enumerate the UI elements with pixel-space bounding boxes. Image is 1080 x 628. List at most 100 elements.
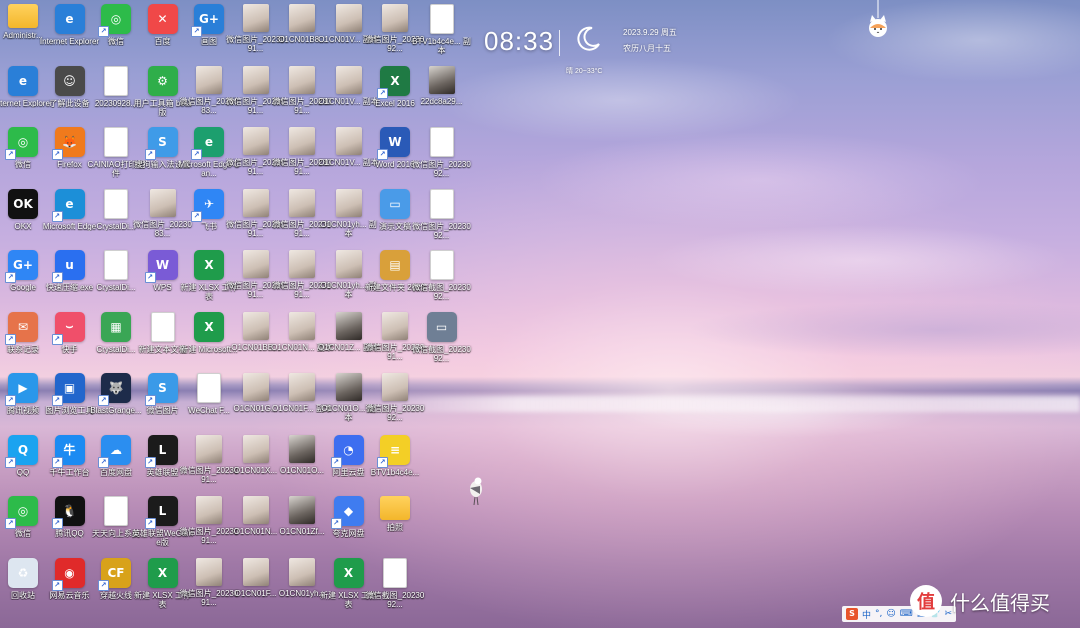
app-icon: W ↗ [377, 127, 410, 160]
desktop-icon[interactable]: BTV1b4c4e... 副本 [411, 4, 473, 64]
desktop-icon-label: BTV1b4c4e... 副本 [412, 37, 471, 55]
app-icon: W ↗ [144, 250, 178, 283]
desktop-icon-label: 微信图片_2023092... [365, 404, 425, 422]
shortcut-arrow-icon: ↗ [5, 333, 16, 345]
app-icon: 🐺 ↗ [98, 373, 131, 406]
app-icon: ◆ ↗ [330, 496, 364, 529]
clock-time: 08:33 [484, 26, 555, 56]
document-icon [104, 65, 128, 96]
watermark-brand: 值 什么值得买 [910, 585, 1050, 617]
app-icon: CF ↗ [98, 557, 131, 591]
app-icon: ▦ [101, 311, 131, 342]
shortcut-arrow-icon: ↗ [191, 149, 202, 160]
app-icon: e [8, 65, 38, 96]
app-icon: X [333, 557, 364, 588]
image-file-icon [242, 188, 269, 217]
image-file-icon [242, 250, 269, 278]
app-icon: ☁ ↗ [98, 434, 131, 468]
desktop-icon-label: BTV1b4c4e... [370, 467, 420, 477]
desktop-icon[interactable]: ▭ 微信截图_2023092... [411, 311, 473, 372]
image-file-icon [335, 311, 362, 340]
brand-text: 什么值得买 [950, 590, 1050, 615]
shortcut-arrow-icon: ↗ [51, 149, 63, 160]
app-icon: ▭ [426, 311, 457, 342]
app-icon: ✉ ↗ [5, 311, 38, 345]
shortcut-arrow-icon: ↗ [5, 518, 16, 529]
desktop-icon[interactable]: ≡ ↗ BTV1b4c4e... [364, 434, 426, 495]
shortcut-arrow-icon: ↗ [377, 149, 388, 160]
document-icon [104, 496, 128, 526]
shortcut-arrow-icon: ↗ [51, 456, 63, 468]
app-icon: L ↗ [144, 434, 178, 468]
document-icon [429, 250, 454, 280]
app-icon: 牛 ↗ [51, 434, 85, 468]
folder-icon [8, 4, 38, 28]
shortcut-arrow-icon: ↗ [51, 272, 63, 283]
app-icon: OK [8, 188, 38, 219]
app-icon: e ↗ [51, 188, 85, 222]
desktop-icon-label: 拍照 [387, 523, 403, 532]
app-icon: ◔ ↗ [330, 434, 364, 468]
shortcut-arrow-icon: ↗ [144, 518, 156, 529]
widget-divider [559, 30, 560, 56]
app-icon: ✈ ↗ [191, 188, 224, 222]
app-icon: ▤ [380, 250, 410, 280]
desktop-icon-label: 微信截图_2023092... [412, 344, 471, 363]
app-icon: ◎ ↗ [98, 4, 131, 37]
document-icon [429, 188, 454, 219]
shortcut-arrow-icon: ↗ [191, 210, 202, 222]
document-icon [104, 127, 128, 157]
desktop-icon[interactable]: 微信截图_2023092... [411, 250, 473, 310]
brand-logo: 值 [910, 585, 942, 617]
image-file-icon [242, 496, 269, 524]
seagull-figure [470, 477, 482, 506]
shortcut-arrow-icon: ↗ [51, 579, 63, 591]
cat-pendant-icon[interactable] [866, 0, 890, 40]
image-file-icon [382, 373, 408, 401]
image-file-icon [382, 311, 408, 340]
desktop-icon[interactable]: 微信截图_2023092... [364, 557, 426, 618]
image-file-icon [242, 127, 269, 155]
document-icon [197, 373, 221, 403]
shortcut-arrow-icon: ↗ [191, 26, 202, 37]
image-file-icon [335, 4, 362, 32]
app-icon: X [147, 557, 178, 588]
image-file-icon [335, 188, 362, 217]
desktop-icon[interactable]: 微信图片_2023092... [364, 373, 426, 433]
shortcut-arrow-icon: ↗ [51, 333, 63, 345]
desktop-icon[interactable]: 微信图片_2023092... [411, 188, 473, 249]
app-icon: e ↗ [191, 127, 224, 160]
app-icon: ✕ [147, 4, 178, 34]
app-icon: ◉ ↗ [51, 557, 85, 591]
image-file-icon [335, 65, 362, 94]
app-icon: ♻ [8, 557, 38, 588]
app-icon: ▣ ↗ [51, 373, 85, 406]
app-icon: G+ ↗ [191, 4, 224, 37]
ime-mode-chinese[interactable]: 中 [862, 608, 871, 621]
app-icon: Q ↗ [5, 434, 38, 468]
desktop-icon[interactable]: 微信图片_2023092... [411, 127, 473, 187]
app-icon: ⚙ [147, 65, 178, 96]
image-file-icon [149, 188, 176, 217]
shortcut-arrow-icon: ↗ [5, 456, 16, 468]
shortcut-arrow-icon: ↗ [377, 456, 388, 468]
app-icon: S ↗ [144, 127, 178, 160]
desktop-icon-label: 微信图片_2023092... [412, 221, 471, 240]
shortcut-arrow-icon: ↗ [98, 456, 109, 468]
sogou-ime-icon[interactable]: S [846, 608, 858, 620]
desktop-icon[interactable]: 拍照 [364, 496, 426, 556]
image-file-icon [289, 434, 315, 463]
app-icon: S ↗ [144, 373, 178, 406]
image-file-icon [242, 434, 269, 463]
app-icon: L ↗ [144, 496, 178, 529]
ime-punctuation-icon[interactable]: °, [875, 609, 882, 619]
shortcut-arrow-icon: ↗ [144, 272, 156, 283]
desktop-icon[interactable]: 22dc8a29... [411, 65, 473, 126]
image-file-icon [289, 127, 315, 155]
weather-text: 晴 20~33°C [566, 68, 603, 75]
desktop-icon-label: 22dc8a29... [420, 96, 463, 106]
shortcut-arrow-icon: ↗ [330, 456, 342, 468]
shortcut-arrow-icon: ↗ [51, 395, 63, 406]
ime-emoji-icon[interactable]: ☺ [886, 609, 895, 619]
app-icon: X [194, 311, 224, 342]
